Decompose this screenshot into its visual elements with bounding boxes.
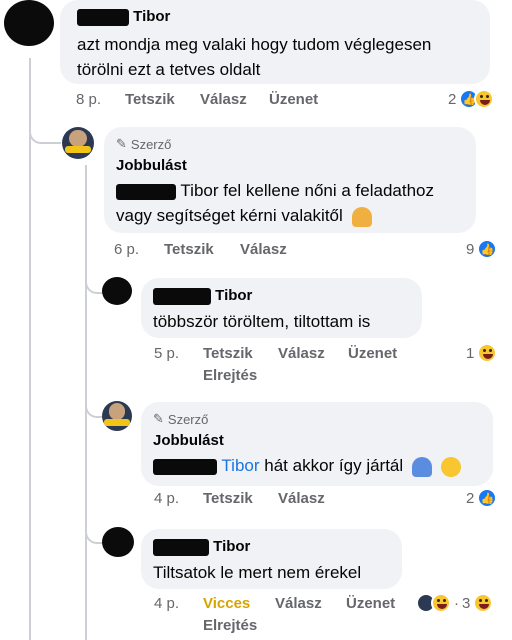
timestamp[interactable]: 4 p.: [154, 595, 179, 612]
author-badge: ✎ Szerző: [153, 411, 209, 427]
avatar[interactable]: [102, 527, 134, 557]
reaction-summary[interactable]: 9 👍: [466, 239, 498, 259]
redacted-name: [77, 8, 129, 26]
reaction-summary[interactable]: 1: [466, 343, 498, 363]
comment-text: Tiltsatok le mert nem érekel: [153, 563, 362, 582]
reply-action[interactable]: Válasz: [275, 595, 322, 612]
like-action[interactable]: Tetszik: [203, 345, 253, 362]
message-action[interactable]: Üzenet: [346, 595, 395, 612]
hide-action[interactable]: Elrejtés: [203, 617, 257, 634]
timestamp[interactable]: 8 p.: [76, 91, 101, 108]
comment-meta: 5 p. Tetszik Válasz Üzenet Elrejtés 1: [154, 343, 504, 389]
reaction-count: 3: [462, 594, 471, 612]
comment-bubble: Tibor Tiltsatok le mert nem érekel: [141, 529, 402, 589]
timestamp[interactable]: 4 p.: [154, 490, 179, 507]
reaction-summary[interactable]: 2 👍: [448, 89, 495, 109]
comment-bubble: ✎ Szerző Jobbulást Tibor fel kellene nőn…: [104, 127, 476, 233]
redacted-mention: [153, 458, 217, 475]
commenter-name[interactable]: Jobbulást: [116, 157, 187, 174]
comment-meta: 6 p. Tetszik Válasz 9 👍: [114, 239, 504, 261]
shrug-emoji: [411, 456, 432, 477]
timestamp[interactable]: 6 p.: [114, 241, 139, 258]
avatar[interactable]: [4, 0, 54, 46]
like-action[interactable]: Tetszik: [203, 490, 253, 507]
message-action[interactable]: Üzenet: [269, 91, 318, 108]
avatar[interactable]: [102, 401, 132, 431]
avatar[interactable]: [62, 127, 94, 159]
comment-meta: 8 p. Tetszik Válasz Üzenet 2 👍: [76, 89, 506, 111]
reaction-summary[interactable]: 2 👍: [466, 488, 498, 508]
comment-text: többször töröltem, tiltottam is: [153, 312, 371, 331]
hide-action[interactable]: Elrejtés: [203, 367, 257, 384]
pen-icon: ✎: [153, 411, 164, 426]
reply-action[interactable]: Válasz: [278, 345, 325, 362]
comment-meta: 4 p. Tetszik Válasz 2 👍: [154, 488, 504, 510]
reply-action[interactable]: Válasz: [240, 241, 287, 258]
redacted-name: [153, 538, 209, 556]
comment-text: azt mondja meg valaki hogy tudom véglege…: [77, 35, 432, 79]
person-tipping-hand-emoji: [351, 206, 372, 227]
dot-separator: ·: [454, 594, 459, 612]
reaction-count: 9: [466, 240, 475, 258]
commenter-name[interactable]: Tibor: [77, 8, 170, 26]
haha-icon: [477, 343, 498, 363]
thread-connector: [29, 120, 61, 144]
comment-text: Tibor fel kellene nőni a feladathoz vagy…: [116, 181, 435, 227]
timestamp[interactable]: 5 p.: [154, 345, 179, 362]
haha-icon: [431, 593, 451, 613]
like-icon: 👍: [477, 488, 498, 508]
redacted-name: [153, 287, 211, 305]
reaction-summary[interactable]: · 3: [416, 593, 494, 613]
commenter-name[interactable]: Jobbulást: [153, 432, 224, 449]
reaction-count: 2: [448, 90, 457, 108]
haha-icon: [473, 593, 494, 613]
like-icon: 👍: [477, 239, 498, 259]
mention-link[interactable]: Tibor: [221, 456, 259, 475]
comment-bubble: Tibor azt mondja meg valaki hogy tudom v…: [60, 0, 490, 84]
thread-line-main: [29, 58, 31, 640]
reaction-count: 1: [466, 344, 475, 362]
reply-action[interactable]: Válasz: [200, 91, 247, 108]
redacted-mention: [116, 183, 176, 200]
commenter-name[interactable]: Tibor: [153, 538, 250, 556]
comment-meta: 4 p. Vicces Válasz Üzenet Elrejtés · 3: [154, 593, 510, 639]
like-action[interactable]: Tetszik: [125, 91, 175, 108]
haha-icon: [474, 89, 495, 109]
reaction-count: 2: [466, 489, 475, 507]
reply-action[interactable]: Válasz: [278, 490, 325, 507]
author-badge: ✎ Szerző: [116, 136, 172, 152]
message-action[interactable]: Üzenet: [348, 345, 397, 362]
commenter-name[interactable]: Tibor: [153, 287, 252, 305]
avatar[interactable]: [102, 277, 132, 305]
pen-icon: ✎: [116, 136, 127, 151]
comment-text: Tibor hát akkor így jártál: [153, 453, 488, 478]
comment-bubble: ✎ Szerző Jobbulást Tibor hát akkor így j…: [141, 402, 493, 486]
haha-reaction-action[interactable]: Vicces: [203, 595, 250, 612]
comment-bubble: Tibor többször töröltem, tiltottam is: [141, 278, 422, 338]
grin-emoji: [440, 456, 461, 477]
like-action[interactable]: Tetszik: [164, 241, 214, 258]
